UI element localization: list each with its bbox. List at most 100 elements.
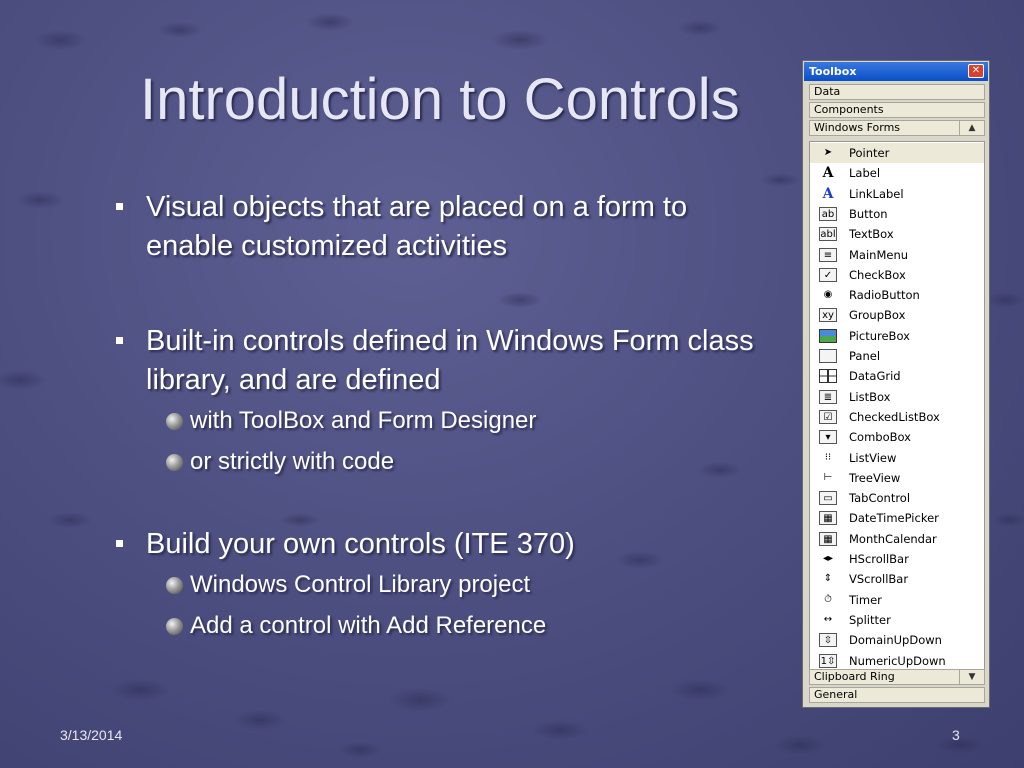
datetimepicker-icon: ▦ [819,511,837,526]
toolbox-item-label: TreeView [849,470,901,485]
toolbox-item-picturebox[interactable]: PictureBox [810,326,984,346]
toolbox-item-radiobutton[interactable]: ◉ RadioButton [810,285,984,305]
close-icon[interactable]: ✕ [968,64,984,78]
toolbox-item-label: VScrollBar [849,572,909,587]
orb-bullet-icon [166,577,183,594]
toolbox-item-label: RadioButton [849,288,920,303]
toolbox-item-domainupdown[interactable]: ⇳ DomainUpDown [810,630,984,650]
toolbox-item-pointer[interactable]: ➤ Pointer [810,143,984,163]
toolbox-item-label: Label [849,166,881,181]
listbox-icon: ≣ [819,389,837,404]
toolbox-item-label: MonthCalendar [849,531,937,546]
toolbox-item-label: ListBox [849,389,891,404]
toolbox-item-label: TabControl [849,491,911,506]
sub-bullet-text: or strictly with code [190,448,395,475]
toolbox-item-monthcalendar[interactable]: ▦ MonthCalendar [810,529,984,549]
toolbox-item-linklabel[interactable]: A LinkLabel [810,184,984,204]
toolbox-item-combobox[interactable]: ▾ ComboBox [810,427,984,447]
mainmenu-icon: ≡ [819,247,837,262]
toolbox-item-timer[interactable]: ⏱ Timer [810,590,984,610]
toolbox-title-bar[interactable]: Toolbox ✕ [804,62,988,81]
toolbox-item-label: CheckBox [849,267,906,282]
tab-label: Clipboard Ring [814,670,895,683]
toolbox-item-mainmenu[interactable]: ≡ MainMenu [810,245,984,265]
toolbox-item-tabcontrol[interactable]: ▭ TabControl [810,488,984,508]
square-bullet-icon [116,540,123,547]
toolbox-item-label: DataGrid [849,369,901,384]
numericupdown-icon: 1⇳ [819,653,837,668]
toolbox-item-button[interactable]: ab Button [810,204,984,224]
sub-bullet-text: with ToolBox and Form Designer [190,407,537,434]
toolbox-tab-components[interactable]: Components [809,102,985,118]
toolbox-item-list: ➤ Pointer A Label A LinkLabel ab Button abl TextB… [809,141,985,671]
toolbox-tab-data[interactable]: Data [809,84,985,100]
scroll-down-icon[interactable]: ▼ [959,670,984,684]
toolbox-item-label: DomainUpDown [849,633,942,648]
toolbox-item-label: Splitter [849,612,891,627]
slide-content: Visual objects that are placed on a form… [112,188,792,646]
picturebox-icon [819,328,837,343]
sub-bullet-text: Windows Control Library project [190,571,531,598]
button-icon: ab [819,206,837,221]
groupbox-icon: xy [819,308,837,323]
toolbox-item-treeview[interactable]: ⊢ TreeView [810,468,984,488]
bullet-text: Built-in controls defined in Windows For… [146,325,754,396]
linklabel-icon: A [822,185,834,202]
orb-bullet-icon [166,454,183,471]
toolbox-item-textbox[interactable]: abl TextBox [810,224,984,244]
toolbox-item-listview[interactable]: ⁝⁝ ListView [810,448,984,468]
toolbox-tab-general[interactable]: General [809,687,985,703]
toolbox-item-checkbox[interactable]: ✓ CheckBox [810,265,984,285]
checkbox-icon: ✓ [819,267,837,282]
slide-title: Introduction to Controls [140,67,740,132]
orb-bullet-icon [166,413,183,430]
toolbox-item-checkedlistbox[interactable]: ☑ CheckedListBox [810,407,984,427]
bullet-item: Built-in controls defined in Windows For… [112,322,796,400]
toolbox-item-label[interactable]: A Label [810,163,984,183]
monthcalendar-icon: ▦ [819,531,837,546]
textbox-icon: abl [819,227,837,242]
square-bullet-icon [116,337,123,344]
toolbox-item-vscrollbar[interactable]: ⇕ VScrollBar [810,569,984,589]
toolbox-item-listbox[interactable]: ≣ ListBox [810,387,984,407]
toolbox-item-label: HScrollBar [849,552,909,566]
toolbox-item-label: PictureBox [849,328,910,343]
toolbox-item-label: Panel [849,349,881,363]
toolbox-tab-windows-forms[interactable]: Windows Forms ▲ [809,120,985,136]
toolbox-tab-clipboard-ring[interactable]: Clipboard Ring ▼ [809,669,985,685]
timer-icon: ⏱ [824,593,832,605]
toolbox-item-numericupdown[interactable]: 1⇳ NumericUpDown [810,651,984,671]
toolbox-panel: Toolbox ✕ Data Components Windows Forms … [802,60,990,708]
bullet-item: Visual objects that are placed on a form… [112,188,756,266]
toolbox-item-hscrollbar[interactable]: ◂▸ HScrollBar [810,549,984,569]
toolbox-item-label: Pointer [849,146,890,160]
label-icon: A [822,165,834,182]
toolbox-item-label: ListView [849,450,897,465]
toolbox-item-splitter[interactable]: ↔ Splitter [810,610,984,630]
toolbox-item-datagrid[interactable]: DataGrid [810,366,984,386]
treeview-icon: ⊢ [823,471,833,483]
toolbox-item-panel[interactable]: Panel [810,346,984,366]
bullet-item: Build your own controls (ITE 370) [112,525,792,564]
checkedlistbox-icon: ☑ [819,409,837,424]
toolbox-item-datetimepicker[interactable]: ▦ DateTimePicker [810,508,984,528]
footer-date: 3/13/2014 [60,727,123,743]
bullet-text: Visual objects that are placed on a form… [146,191,688,262]
scroll-up-icon[interactable]: ▲ [959,121,984,135]
toolbox-item-label: DateTimePicker [849,511,939,526]
toolbox-item-label: ComboBox [849,430,911,445]
sub-bullet-item: Add a control with Add Reference [166,605,792,646]
toolbox-item-label: Button [849,206,888,221]
toolbox-item-label: NumericUpDown [849,653,946,668]
sub-bullet-text: Add a control with Add Reference [190,612,547,639]
pointer-icon: ➤ [823,147,833,158]
splitter-icon: ↔ [823,613,833,625]
datagrid-icon [819,369,837,384]
toolbox-item-groupbox[interactable]: xy GroupBox [810,305,984,325]
tab-label: General [814,688,858,701]
square-bullet-icon [116,203,123,210]
tab-label: Windows Forms [814,121,901,134]
slide-number: 3 [952,727,960,743]
tabcontrol-icon: ▭ [819,491,837,506]
tab-label: Data [814,85,841,98]
